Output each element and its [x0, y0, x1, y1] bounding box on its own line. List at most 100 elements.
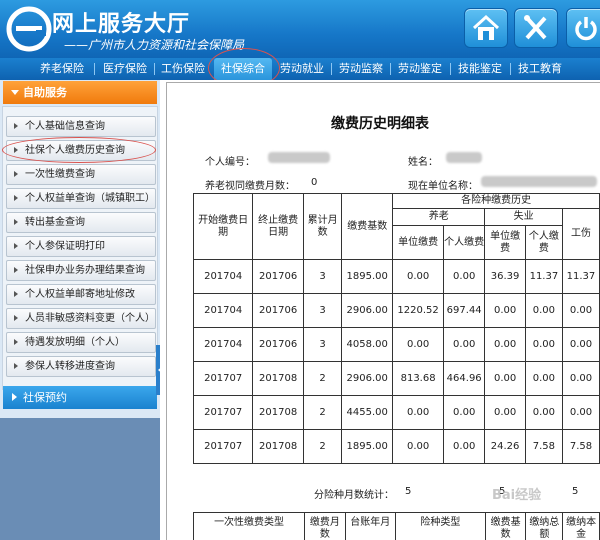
cell: 0.00 [443, 429, 486, 464]
cell: 0.00 [484, 361, 526, 396]
col-unemp-personal: 个人缴费 [524, 225, 563, 260]
bullet-icon [14, 363, 18, 369]
sidebar-header[interactable]: 自助服务 [3, 81, 157, 104]
sidebar-item[interactable]: 一次性缴费查询 [6, 164, 156, 185]
pension-months-label: 养老视同缴费月数： [205, 181, 295, 192]
col-end-date: 终止缴费日期 [252, 193, 304, 260]
nav-social-security[interactable]: 社保综合 [214, 58, 272, 80]
sidebar-item[interactable]: 待遇发放明细（个人） [6, 332, 156, 353]
sidebar-item[interactable]: 转出基金查询 [6, 212, 156, 233]
cell: 3 [302, 327, 343, 362]
sidebar-item-label: 参保人转移进度查询 [25, 361, 115, 372]
nav-medical[interactable]: 医疗保险 [98, 58, 152, 80]
bullet-icon [14, 315, 18, 321]
bullet-icon [14, 339, 18, 345]
cell: 0.00 [392, 327, 445, 362]
cell: 201706 [252, 327, 304, 362]
sidebar-appointment[interactable]: 社保预约 [3, 386, 157, 409]
cell: 1220.52 [392, 293, 445, 328]
cell: 201706 [252, 293, 304, 328]
pension-months-value: 0 [311, 177, 318, 188]
col-pension: 养老 [392, 208, 486, 226]
cell: 0.00 [524, 293, 563, 328]
sidebar-item-label: 个人参保证明打印 [25, 241, 105, 252]
tools-button[interactable] [514, 8, 558, 48]
table-row: 201704 201706 3 2906.00 1220.52 697.44 0.00 0.0… [192, 293, 600, 328]
sidebar-item[interactable]: 参保人转移进度查询 [6, 356, 156, 377]
sidebar-item-label: 个人基础信息查询 [25, 121, 105, 132]
month-total-label: 分险种月数统计： [314, 490, 394, 501]
bullet-icon [14, 171, 18, 177]
document-title: 缴费历史明细表 [331, 116, 429, 132]
site-title: 网上服务大厅 [52, 12, 191, 37]
cell: 0.00 [443, 395, 486, 430]
nav-labor-inspection[interactable]: 劳动监察 [333, 58, 389, 80]
cell: 0.00 [392, 259, 445, 294]
bullet-icon [14, 267, 18, 273]
cell: 201704 [192, 259, 254, 294]
col-total-paid: 缴纳总额 [525, 512, 564, 540]
sidebar-item-payment-history[interactable]: 社保个人缴费历史查询 [6, 140, 156, 161]
site-subtitle: ——广州市人力资源和社会保障局 [64, 38, 245, 52]
cell: 0.00 [443, 327, 486, 362]
sidebar-item-label: 转出基金查询 [25, 217, 85, 228]
sidebar-item-label: 社保申办业务办理结果查询 [25, 265, 145, 276]
month-total-pension: 5 [405, 486, 412, 497]
col-months: 累计月数 [302, 193, 343, 260]
nav-technical-education[interactable]: 技工教育 [512, 58, 568, 80]
redacted-name [446, 152, 482, 163]
cell: 0.00 [561, 327, 600, 362]
table-row: 201707 201708 2 4455.00 0.00 0.00 0.00 0.00 0.00 [192, 395, 600, 430]
bullet-icon [14, 243, 18, 249]
site-header: 网上服务大厅 ——广州市人力资源和社会保障局 [0, 0, 600, 58]
col-unemployment: 失业 [484, 208, 563, 226]
col-unemp-unit: 单位缴费 [484, 225, 526, 260]
current-unit-label: 现在单位名称： [408, 181, 478, 192]
nav-employment[interactable]: 劳动就业 [274, 58, 330, 80]
col-insurance-type: 险种类型 [394, 512, 486, 540]
one-time-payment-table: 一次性缴费类型 缴费月数 台账年月 险种类型 缴费基数 缴纳总额 缴纳本金 [192, 512, 600, 540]
cell: 813.68 [392, 361, 445, 396]
cell: 0.00 [561, 395, 600, 430]
cell: 2 [302, 395, 343, 430]
cell: 201707 [192, 429, 254, 464]
nav-injury[interactable]: 工伤保险 [156, 58, 210, 80]
col-injury: 工伤 [561, 208, 600, 260]
redacted-unit-name [481, 176, 597, 187]
cell: 7.58 [524, 429, 563, 464]
cell: 3 [302, 259, 343, 294]
chevron-right-icon [12, 393, 17, 401]
sidebar-blank [0, 418, 160, 540]
sidebar-item-label: 人员非敏感资料变更（个人） [25, 313, 155, 324]
cell: 201708 [252, 395, 304, 430]
bullet-icon [14, 195, 18, 201]
sidebar-item[interactable]: 个人权益单查询（城镇职工） [6, 188, 156, 209]
redacted-person-id [268, 152, 330, 163]
col-pension-personal: 个人缴费 [443, 225, 486, 260]
nav-labor-appraisal[interactable]: 劳动鉴定 [392, 58, 448, 80]
table-row: 201707 201708 2 2906.00 813.68 464.96 0.00 0.00… [192, 361, 600, 396]
home-button[interactable] [464, 8, 508, 48]
sidebar-item[interactable]: 个人参保证明打印 [6, 236, 156, 257]
nav-pension[interactable]: 养老保险 [34, 58, 90, 80]
nav-skill-appraisal[interactable]: 技能鉴定 [452, 58, 508, 80]
cell: 3 [302, 293, 343, 328]
power-icon [575, 17, 597, 41]
sidebar-item[interactable]: 个人权益单邮寄地址修改 [6, 284, 156, 305]
cell: 201704 [192, 327, 254, 362]
sidebar-item[interactable]: 人员非敏感资料变更（个人） [6, 308, 156, 329]
cell: 201707 [192, 395, 254, 430]
sidebar-panel: 个人基础信息查询 社保个人缴费历史查询 一次性缴费查询 个人权益单查询（城镇职工… [2, 106, 158, 390]
sidebar-item[interactable]: 社保申办业务办理结果查询 [6, 260, 156, 281]
power-button[interactable] [566, 8, 600, 48]
cell: 0.00 [484, 327, 526, 362]
col-base: 缴费基数 [341, 193, 394, 260]
cell: 201704 [192, 293, 254, 328]
sidebar-item[interactable]: 个人基础信息查询 [6, 116, 156, 137]
payment-history-table: 开始缴费日期 终止缴费日期 累计月数 缴费基数 各险种缴费历史 养老 失业 工伤… [192, 193, 600, 464]
cell: 0.00 [524, 361, 563, 396]
cell: 0.00 [484, 293, 526, 328]
name-label: 姓名： [408, 157, 438, 168]
cell: 464.96 [443, 361, 486, 396]
cell: 4058.00 [341, 327, 394, 362]
